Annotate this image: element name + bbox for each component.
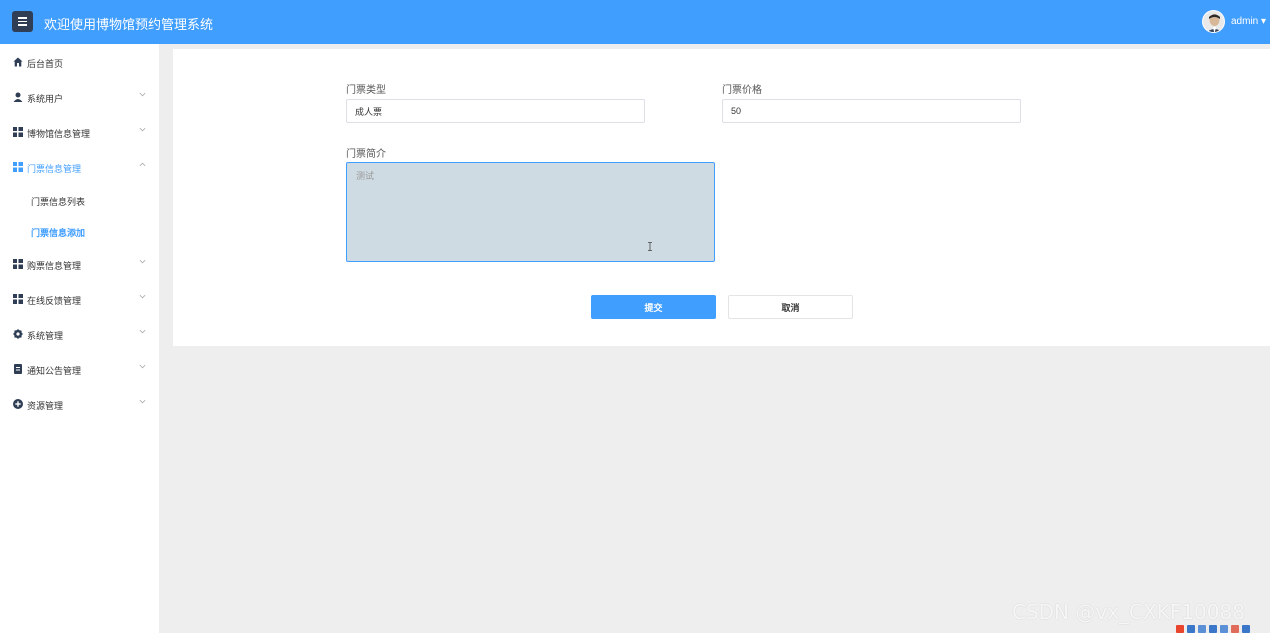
sidebar-item-announcements[interactable]: 通知公告管理: [0, 354, 159, 384]
sidebar-item-label: 通知公告管理: [27, 366, 82, 376]
sidebar-item-label: 系统用户: [27, 94, 64, 104]
sidebar-item-resources[interactable]: 资源管理: [0, 389, 159, 419]
sidebar-item-system-users[interactable]: 系统用户: [0, 82, 159, 112]
ime-skin-icon: [1231, 624, 1239, 633]
user-menu[interactable]: admin ▾: [1231, 16, 1266, 27]
sidebar-item-label: 资源管理: [27, 401, 64, 411]
ime-mode-icon: [1187, 624, 1195, 633]
ticket-price-input[interactable]: [722, 99, 1021, 123]
watermark: CSDN @vx_CXKF10088: [1012, 600, 1245, 624]
hamburger-icon-line: [18, 24, 27, 26]
sidebar-subitem-label: 门票信息列表: [31, 197, 86, 207]
ime-keyboard-icon: [1220, 624, 1228, 633]
home-icon: [13, 57, 23, 67]
sidebar-subitem-ticket-list[interactable]: 门票信息列表: [0, 186, 159, 214]
sidebar: 后台首页 系统用户 博物馆信息管理 门票信息管理 门票信息列表 门票信息添加 购…: [0, 44, 159, 633]
document-icon: [14, 364, 22, 374]
sidebar-subitem-label: 门票信息添加: [31, 228, 86, 238]
avatar[interactable]: [1202, 10, 1225, 33]
sidebar-item-label: 购票信息管理: [27, 261, 82, 271]
ime-logo-icon: [1176, 624, 1184, 633]
ticket-price-label: 门票价格: [722, 85, 762, 96]
chevron-down-icon: [139, 92, 146, 97]
chevron-down-icon: ▾: [1258, 16, 1267, 27]
sidebar-item-museum-info[interactable]: 博物馆信息管理: [0, 117, 159, 147]
hamburger-icon-line: [18, 20, 27, 23]
ime-toolbar: [1176, 624, 1270, 633]
chevron-down-icon: [139, 364, 146, 369]
chevron-down-icon: [139, 259, 146, 264]
top-bar: 欢迎使用博物馆预约管理系统 admin ▾: [0, 0, 1270, 44]
gear-icon: [13, 329, 23, 339]
grid-icon: [13, 294, 23, 304]
sidebar-item-label: 在线反馈管理: [27, 296, 82, 306]
chevron-down-icon: [139, 294, 146, 299]
sidebar-item-label: 博物馆信息管理: [27, 129, 91, 139]
sidebar-item-system-manage[interactable]: 系统管理: [0, 319, 159, 349]
sidebar-item-ticket-info[interactable]: 门票信息管理: [0, 152, 159, 182]
chevron-up-icon: [139, 162, 146, 167]
ticket-type-input[interactable]: [346, 99, 645, 123]
ticket-intro-textarea[interactable]: 测试: [346, 162, 715, 262]
ime-toolbox-icon: [1242, 624, 1250, 633]
chevron-down-icon: [139, 329, 146, 334]
ime-voice-icon: [1209, 624, 1217, 633]
sidebar-item-label: 门票信息管理: [27, 164, 82, 174]
sidebar-item-label: 系统管理: [27, 331, 64, 341]
hamburger-icon-line: [18, 17, 27, 19]
user-name: admin: [1231, 16, 1259, 27]
sidebar-item-home[interactable]: 后台首页: [0, 47, 159, 77]
sidebar-item-feedback[interactable]: 在线反馈管理: [0, 284, 159, 314]
menu-toggle-button[interactable]: [12, 11, 33, 32]
grid-icon: [13, 127, 23, 137]
ime-punct-icon: [1198, 624, 1206, 633]
avatar-icon: [1203, 11, 1224, 32]
chevron-down-icon: [139, 399, 146, 404]
sidebar-subitem-ticket-add[interactable]: 门票信息添加: [0, 217, 159, 245]
ticket-type-label: 门票类型: [346, 85, 386, 96]
text-cursor-icon: [648, 242, 652, 251]
cancel-button[interactable]: 取消: [728, 295, 853, 319]
ticket-intro-label: 门票简介: [346, 149, 386, 160]
app-title: 欢迎使用博物馆预约管理系统: [44, 17, 214, 32]
chevron-down-icon: [139, 127, 146, 132]
grid-icon: [13, 162, 23, 172]
sidebar-item-purchase-info[interactable]: 购票信息管理: [0, 249, 159, 279]
user-icon: [13, 92, 23, 102]
sidebar-item-label: 后台首页: [27, 59, 64, 69]
submit-button[interactable]: 提交: [591, 295, 716, 319]
plus-circle-icon: [13, 399, 23, 409]
grid-icon: [13, 259, 23, 269]
